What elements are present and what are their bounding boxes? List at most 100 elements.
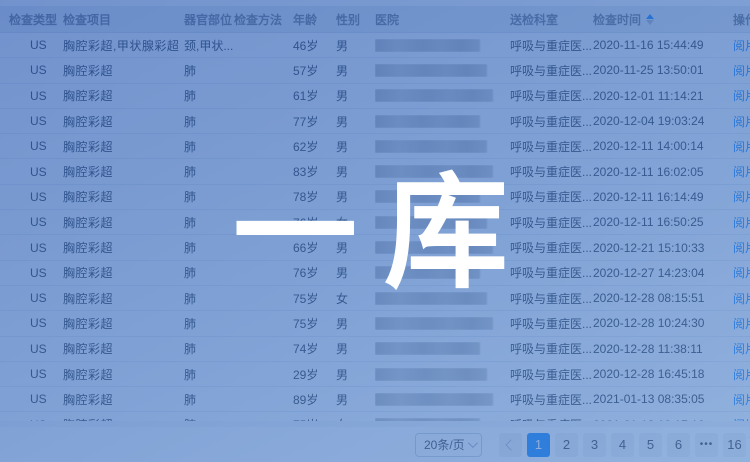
cell-organ: 肺 bbox=[184, 214, 234, 231]
cell-gender: 女 bbox=[336, 214, 375, 231]
cell-dept: 呼吸与重症医... bbox=[510, 37, 593, 54]
cell-type: US bbox=[9, 89, 63, 103]
hospital-redacted-block bbox=[375, 241, 493, 254]
cell-hospital bbox=[375, 89, 510, 102]
page-button-5[interactable]: 5 bbox=[639, 433, 662, 457]
column-header-age: 年龄 bbox=[293, 11, 336, 28]
cell-dept: 呼吸与重症医... bbox=[510, 264, 593, 281]
view-images-link[interactable]: 阅片 bbox=[733, 266, 750, 280]
table-row: US胸腔彩超肺89岁男呼吸与重症医...2021-01-13 08:35:05阅… bbox=[0, 387, 750, 412]
hospital-redacted-block bbox=[375, 64, 487, 77]
page-button-16[interactable]: 16 bbox=[723, 433, 746, 457]
cell-time: 2020-12-01 11:14:21 bbox=[593, 89, 733, 103]
cell-type: US bbox=[9, 190, 63, 204]
cell-item: 胸腔彩超 bbox=[63, 62, 184, 79]
sort-caret-icon[interactable] bbox=[646, 14, 654, 25]
cell-hospital bbox=[375, 165, 510, 178]
hospital-redacted-block bbox=[375, 292, 487, 305]
view-images-link[interactable]: 阅片 bbox=[733, 39, 750, 53]
cell-gender: 男 bbox=[336, 340, 375, 357]
view-images-link[interactable]: 阅片 bbox=[733, 216, 750, 230]
cell-time: 2020-12-28 16:45:18 bbox=[593, 367, 733, 381]
cell-time: 2020-12-11 16:02:05 bbox=[593, 165, 733, 179]
cell-item: 胸腔彩超 bbox=[63, 214, 184, 231]
cell-action: 阅片 bbox=[733, 366, 750, 383]
cell-organ: 肺 bbox=[184, 62, 234, 79]
column-header-gender: 性别 bbox=[336, 11, 375, 28]
cell-age: 89岁 bbox=[293, 391, 336, 408]
cell-gender: 男 bbox=[336, 315, 375, 332]
view-images-link[interactable]: 阅片 bbox=[733, 115, 750, 129]
cell-item: 胸腔彩超 bbox=[63, 264, 184, 281]
prev-page-button[interactable] bbox=[499, 433, 522, 457]
cell-item: 胸腔彩超 bbox=[63, 188, 184, 205]
cell-action: 阅片 bbox=[733, 391, 750, 408]
cell-dept: 呼吸与重症医... bbox=[510, 87, 593, 104]
cell-age: 62岁 bbox=[293, 138, 336, 155]
cell-type: US bbox=[9, 38, 63, 52]
cell-time: 2020-12-28 08:15:51 bbox=[593, 291, 733, 305]
hospital-redacted-block bbox=[375, 216, 487, 229]
table-row: US胸腔彩超肺75岁女呼吸与重症医...2020-12-28 08:15:51阅… bbox=[0, 286, 750, 311]
cell-organ: 肺 bbox=[184, 315, 234, 332]
view-images-link[interactable]: 阅片 bbox=[733, 241, 750, 255]
column-header-label: 检查项目 bbox=[63, 11, 111, 28]
cell-item: 胸腔彩超 bbox=[63, 138, 184, 155]
caret-up-icon bbox=[646, 14, 654, 19]
cell-time: 2020-12-11 14:00:14 bbox=[593, 139, 733, 153]
page-button-6[interactable]: 6 bbox=[667, 433, 690, 457]
cell-hospital bbox=[375, 266, 510, 279]
exam-table: 检查类型检查项目器官部位检查方法年龄性别医院送检科室检查时间操作 US胸腔彩超,… bbox=[0, 6, 750, 438]
hospital-redacted-block bbox=[375, 393, 493, 406]
cell-action: 阅片 bbox=[733, 188, 750, 205]
view-images-link[interactable]: 阅片 bbox=[733, 89, 750, 103]
cell-dept: 呼吸与重症医... bbox=[510, 391, 593, 408]
cell-age: 57岁 bbox=[293, 62, 336, 79]
view-images-link[interactable]: 阅片 bbox=[733, 165, 750, 179]
column-header-time[interactable]: 检查时间 bbox=[593, 11, 733, 28]
cell-action: 阅片 bbox=[733, 239, 750, 256]
cell-type: US bbox=[9, 215, 63, 229]
page-button-1[interactable]: 1 bbox=[527, 433, 550, 457]
page-button-3[interactable]: 3 bbox=[583, 433, 606, 457]
cell-age: 77岁 bbox=[293, 113, 336, 130]
column-header-label: 检查时间 bbox=[593, 11, 641, 28]
pager-more[interactable]: ••• bbox=[695, 433, 718, 457]
view-images-link[interactable]: 阅片 bbox=[733, 140, 750, 154]
cell-hospital bbox=[375, 140, 510, 153]
cell-age: 83岁 bbox=[293, 163, 336, 180]
column-header-label: 操作 bbox=[733, 11, 750, 28]
cell-action: 阅片 bbox=[733, 340, 750, 357]
column-header-label: 检查类型 bbox=[9, 11, 57, 28]
page-size-select[interactable]: 20条/页 bbox=[415, 433, 482, 457]
cell-hospital bbox=[375, 39, 510, 52]
view-images-link[interactable]: 阅片 bbox=[733, 292, 750, 306]
column-header-label: 检查方法 bbox=[234, 11, 282, 28]
cell-gender: 男 bbox=[336, 113, 375, 130]
cell-organ: 颈,甲状... bbox=[184, 37, 234, 54]
cell-time: 2020-12-04 19:03:24 bbox=[593, 114, 733, 128]
table-row: US胸腔彩超肺57岁男呼吸与重症医...2020-11-25 13:50:01阅… bbox=[0, 58, 750, 83]
cell-dept: 呼吸与重症医... bbox=[510, 138, 593, 155]
cell-gender: 男 bbox=[336, 239, 375, 256]
cell-time: 2020-12-11 16:50:25 bbox=[593, 215, 733, 229]
hospital-redacted-block bbox=[375, 115, 480, 128]
cell-action: 阅片 bbox=[733, 163, 750, 180]
cell-dept: 呼吸与重症医... bbox=[510, 214, 593, 231]
table-row: US胸腔彩超肺66岁男呼吸与重症医...2020-12-21 15:10:33阅… bbox=[0, 235, 750, 260]
page-button-4[interactable]: 4 bbox=[611, 433, 634, 457]
view-images-link[interactable]: 阅片 bbox=[733, 64, 750, 78]
column-header-dept: 送检科室 bbox=[510, 11, 593, 28]
page-size-value: 20条/页 bbox=[424, 436, 465, 453]
view-images-link[interactable]: 阅片 bbox=[733, 368, 750, 382]
cell-organ: 肺 bbox=[184, 366, 234, 383]
cell-age: 74岁 bbox=[293, 340, 336, 357]
view-images-link[interactable]: 阅片 bbox=[733, 190, 750, 204]
hospital-redacted-block bbox=[375, 165, 493, 178]
cell-hospital bbox=[375, 393, 510, 406]
cell-organ: 肺 bbox=[184, 239, 234, 256]
view-images-link[interactable]: 阅片 bbox=[733, 393, 750, 407]
view-images-link[interactable]: 阅片 bbox=[733, 342, 750, 356]
view-images-link[interactable]: 阅片 bbox=[733, 317, 750, 331]
page-button-2[interactable]: 2 bbox=[555, 433, 578, 457]
